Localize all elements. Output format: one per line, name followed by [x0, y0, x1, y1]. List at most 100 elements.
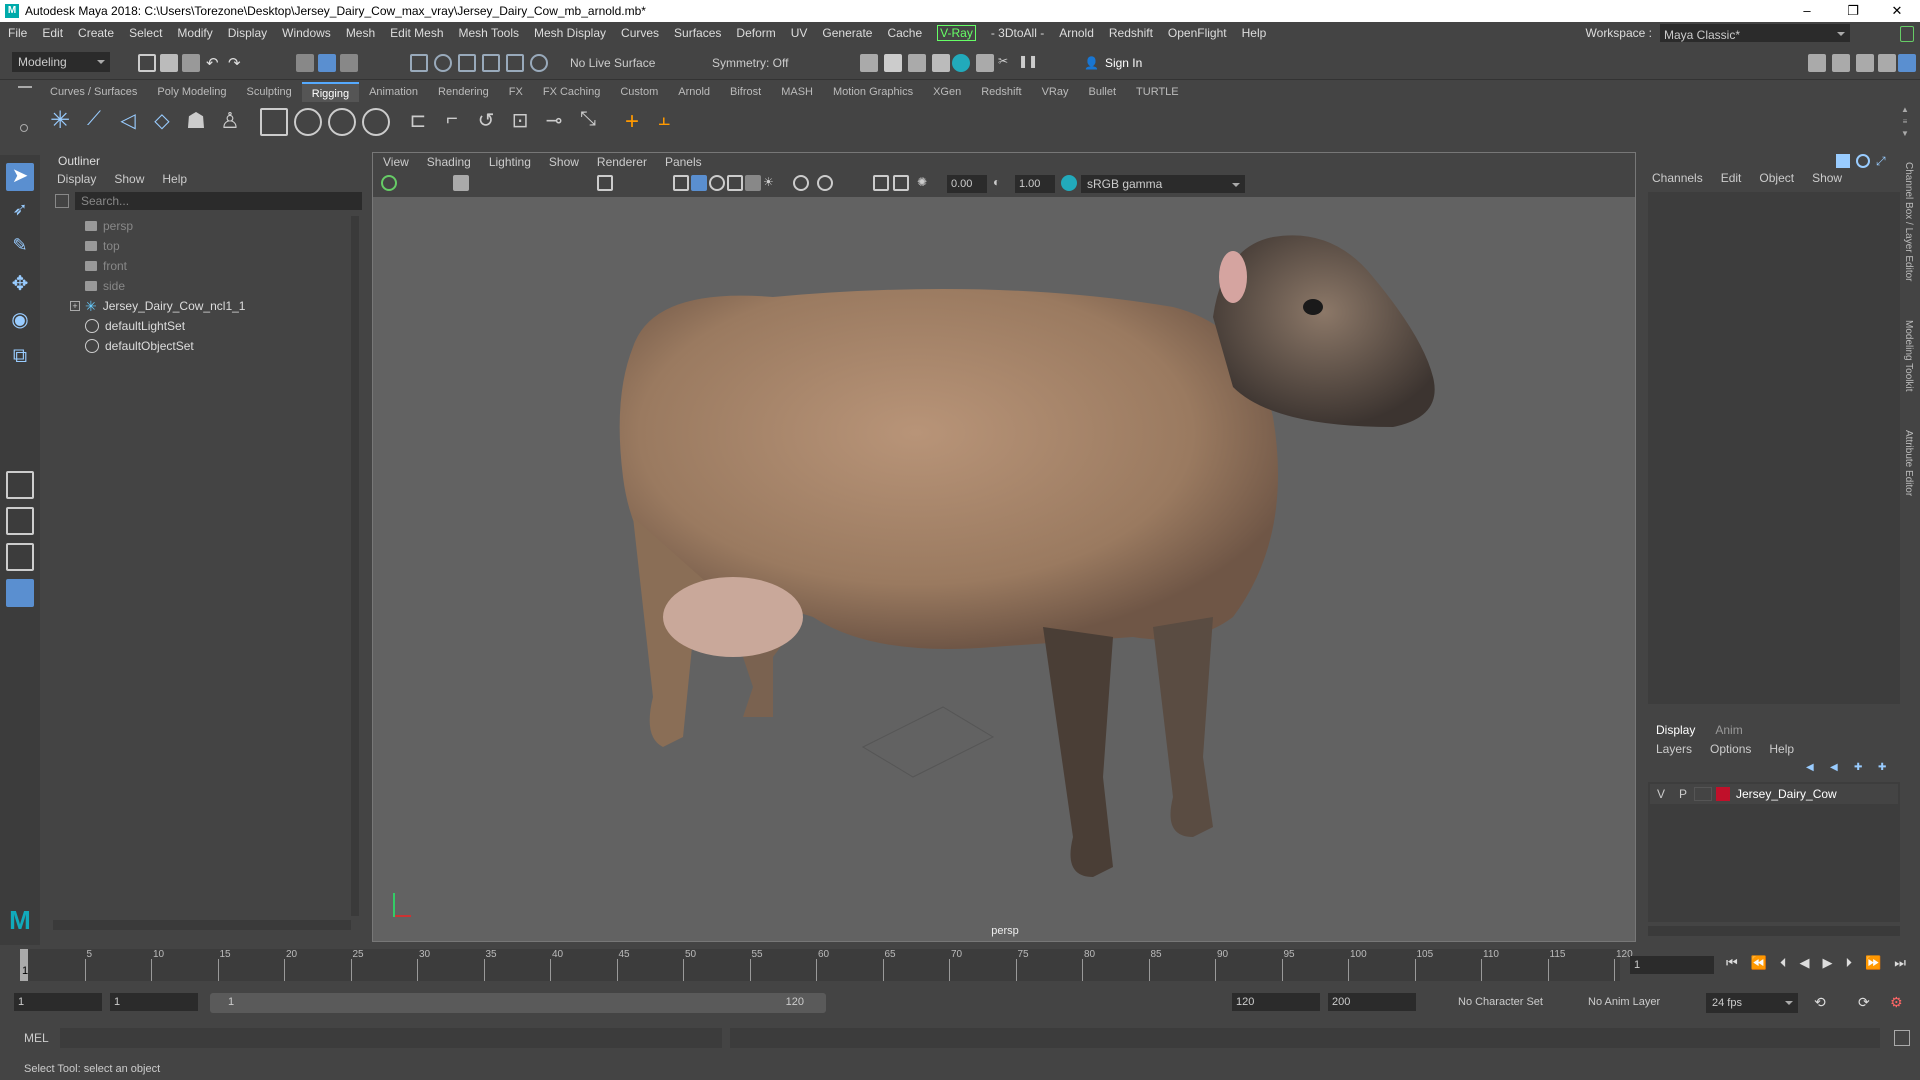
render-view-icon[interactable]	[860, 54, 878, 72]
xray-icon[interactable]	[745, 175, 761, 191]
channel-box-icon[interactable]	[1898, 54, 1916, 72]
play-backwards-icon[interactable]: ◀	[1799, 955, 1809, 975]
float-panel-icon[interactable]: ⤢	[1876, 154, 1890, 168]
menu-redshift[interactable]: Redshift	[1109, 26, 1153, 40]
menu-openflight[interactable]: OpenFlight	[1168, 26, 1227, 40]
shelf-settings-icon[interactable]	[20, 124, 28, 132]
two-view-icon[interactable]	[6, 543, 34, 571]
layer-h-scrollbar[interactable]	[1648, 926, 1900, 936]
colorspace-dropdown[interactable]: sRGB gamma	[1081, 175, 1245, 193]
new-scene-icon[interactable]	[138, 54, 156, 72]
outliner-item-persp[interactable]: persp	[85, 216, 133, 236]
workspace-dropdown[interactable]: Maya Classic*	[1660, 24, 1850, 42]
set-driven-key-icon[interactable]: ⫠	[650, 108, 678, 136]
menu-modify[interactable]: Modify	[177, 26, 212, 40]
restore-button[interactable]: ❐	[1830, 0, 1876, 22]
lattice-icon[interactable]	[328, 108, 356, 136]
step-forward-key-icon[interactable]: ⏩	[1865, 955, 1881, 975]
layer-menu-layers[interactable]: Layers	[1656, 742, 1692, 756]
layer-menu-help[interactable]: Help	[1769, 742, 1794, 756]
tool-settings-icon[interactable]	[1878, 54, 1896, 72]
character-controls-icon[interactable]	[1832, 54, 1850, 72]
fps-dropdown[interactable]: 24 fps	[1706, 993, 1798, 1013]
outliner-v-scrollbar[interactable]	[351, 216, 359, 916]
outliner-search-input[interactable]: Search...	[75, 192, 362, 210]
cluster-icon[interactable]	[362, 108, 390, 136]
go-to-end-icon[interactable]: ⏭	[1894, 955, 1906, 975]
go-to-start-icon[interactable]: ⏮	[1726, 955, 1738, 975]
resolution-gate-icon[interactable]	[873, 175, 889, 191]
point-constraint-icon[interactable]: ⌐	[438, 108, 466, 136]
layer-playback-toggle[interactable]: P	[1672, 787, 1694, 801]
vray-render-icon[interactable]	[976, 54, 994, 72]
ik-spline-icon[interactable]: ◁	[114, 108, 142, 136]
channel-box-toggle-icon[interactable]	[1836, 154, 1850, 168]
shelf-tab-rigging[interactable]: Rigging	[301, 82, 360, 102]
ambient-occlusion-icon[interactable]	[793, 175, 809, 191]
grid-toggle-icon[interactable]	[597, 175, 613, 191]
animation-start-field[interactable]: 1	[14, 993, 102, 1011]
vray-ipr-icon[interactable]: ✂	[998, 54, 1016, 72]
redo-icon[interactable]: ↷	[228, 54, 246, 72]
snap-surface-icon[interactable]	[506, 54, 524, 72]
menu-curves[interactable]: Curves	[621, 26, 659, 40]
playback-end-field[interactable]: 120	[1232, 993, 1320, 1011]
move-layer-up-icon[interactable]: ◀	[1806, 762, 1820, 774]
script-editor-icon[interactable]	[1894, 1030, 1910, 1046]
layer-type-toggle[interactable]	[1694, 787, 1712, 801]
filter-icon[interactable]	[55, 194, 69, 208]
outliner-menu-show[interactable]: Show	[114, 172, 144, 186]
expand-icon[interactable]: +	[70, 301, 80, 311]
outliner-h-scrollbar[interactable]	[53, 920, 351, 930]
cb-menu-channels[interactable]: Channels	[1652, 171, 1703, 185]
vp-menu-view[interactable]: View	[383, 155, 409, 169]
range-bar[interactable]: 1 120	[210, 993, 826, 1013]
shelf-tab-arnold[interactable]: Arnold	[668, 86, 720, 98]
menu-cache[interactable]: Cache	[887, 26, 922, 40]
play-forwards-icon[interactable]: ▶	[1823, 955, 1833, 975]
snap-grid-icon[interactable]	[410, 54, 428, 72]
shelf-tab-curves-surfaces[interactable]: Curves / Surfaces	[40, 86, 147, 98]
single-view-icon[interactable]	[6, 471, 34, 499]
minimize-button[interactable]: –	[1784, 0, 1830, 22]
menu-arnold[interactable]: Arnold	[1059, 26, 1094, 40]
move-tool-icon[interactable]: ✥	[6, 271, 34, 299]
paint-select-icon[interactable]: ✎	[6, 235, 34, 263]
outliner-layout-icon[interactable]	[6, 579, 34, 607]
select-camera-icon[interactable]	[381, 175, 397, 191]
snap-curve-icon[interactable]	[434, 54, 452, 72]
orient-constraint-icon[interactable]: ↺	[472, 108, 500, 136]
cb-menu-edit[interactable]: Edit	[1721, 171, 1742, 185]
new-layer-icon[interactable]: ✚	[1854, 762, 1868, 774]
shelf-tab-turtle[interactable]: TURTLE	[1126, 86, 1189, 98]
menu-deform[interactable]: Deform	[736, 26, 775, 40]
cow-model[interactable]	[573, 217, 1473, 937]
menu-set-dropdown[interactable]: Modeling	[12, 52, 110, 72]
auto-key-icon[interactable]: ⟳	[1858, 994, 1876, 1012]
shelf-tab-rendering[interactable]: Rendering	[428, 86, 499, 98]
side-tab-attribute-editor[interactable]: Attribute Editor	[1903, 430, 1914, 496]
shelf-tab-poly-modeling[interactable]: Poly Modeling	[147, 86, 236, 98]
exposure-icon[interactable]: ✺	[917, 175, 933, 191]
open-scene-icon[interactable]	[160, 54, 178, 72]
ipr-render-icon[interactable]	[908, 54, 926, 72]
menu-mesh[interactable]: Mesh	[346, 26, 375, 40]
color-management-icon[interactable]	[1061, 175, 1077, 191]
gamma-icon[interactable]: ◐	[993, 175, 1009, 191]
time-slider-track[interactable]: 1 5 10 15 20 25 30 35 40 45 50 55 60 65 70 75 80 85 90 95 1…	[20, 949, 1633, 981]
live-surface-field[interactable]: No Live Surface	[570, 56, 655, 70]
gate-mask-icon[interactable]	[893, 175, 909, 191]
vp-menu-lighting[interactable]: Lighting	[489, 155, 531, 169]
time-slider[interactable]: 1 5 10 15 20 25 30 35 40 45 50 55 60 65 70 75 80 85 90 95 1…	[0, 945, 1920, 985]
shelf-tab-bullet[interactable]: Bullet	[1079, 86, 1127, 98]
shelf-tab-motion-graphics[interactable]: Motion Graphics	[823, 86, 923, 98]
scale-constraint-icon[interactable]: ⊡	[506, 108, 534, 136]
isolate-select-icon[interactable]	[817, 175, 833, 191]
four-view-icon[interactable]	[6, 507, 34, 535]
side-tab-channel-box[interactable]: Channel Box / Layer Editor	[1903, 162, 1914, 282]
shelf-tab-mash[interactable]: MASH	[771, 86, 823, 98]
outliner-menu-display[interactable]: Display	[57, 172, 96, 186]
move-layer-down-icon[interactable]: ◀	[1830, 762, 1844, 774]
exposure-field[interactable]: 0.00	[947, 175, 987, 193]
menu-mesh-display[interactable]: Mesh Display	[534, 26, 606, 40]
